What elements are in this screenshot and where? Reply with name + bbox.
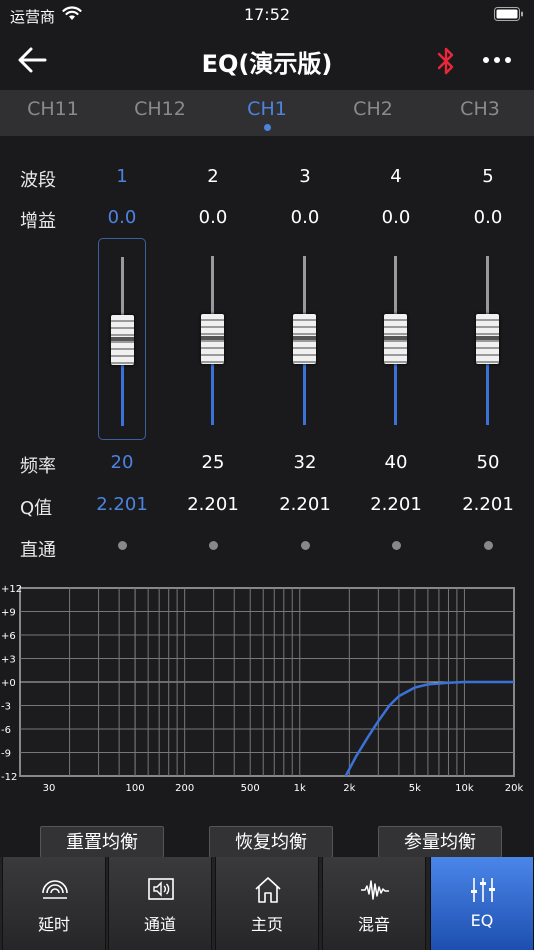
gain-slider[interactable] — [98, 238, 146, 440]
y-tick-label: +12 — [1, 584, 22, 595]
slider-track-fill — [211, 363, 214, 425]
eq-actions: 重置均衡 恢复均衡 参量均衡 — [0, 826, 534, 858]
gain-value[interactable]: 0.0 — [351, 207, 441, 228]
slider-track-fill — [394, 363, 397, 425]
tab-ch11[interactable]: CH11 — [3, 98, 103, 120]
bottom-tab-label: 混音 — [357, 915, 390, 934]
x-tick-label: 500 — [241, 783, 260, 794]
slider-track-fill — [486, 363, 489, 425]
band-number[interactable]: 1 — [77, 166, 167, 187]
gain-value[interactable]: 0.0 — [77, 207, 167, 228]
gain-value[interactable]: 0.0 — [168, 207, 258, 228]
battery-icon — [494, 7, 523, 21]
y-tick-label: -3 — [1, 702, 11, 713]
freq-value[interactable]: 20 — [77, 452, 167, 473]
band-number[interactable]: 5 — [443, 166, 533, 187]
bottom-tab-label: EQ — [470, 911, 494, 930]
x-tick-label: 200 — [175, 783, 194, 794]
bluetooth-icon[interactable] — [433, 45, 459, 77]
status-bar: 运营商 17:52 — [0, 0, 534, 30]
bypass-row-label: 直通 — [20, 540, 56, 561]
y-tick-label: -9 — [1, 749, 11, 760]
y-tick-label: +3 — [1, 655, 16, 666]
band-number[interactable]: 3 — [260, 166, 350, 187]
y-tick-label: -12 — [1, 772, 17, 783]
restore-eq-button[interactable]: 恢复均衡 — [209, 826, 333, 858]
bypass-toggle[interactable] — [118, 541, 127, 550]
more-icon[interactable] — [482, 54, 512, 66]
gain-value[interactable]: 0.0 — [443, 207, 533, 228]
x-tick-label: 1k — [294, 783, 306, 794]
bottom-tab-eq[interactable]: EQ — [430, 857, 534, 950]
bypass-toggle[interactable] — [484, 541, 493, 550]
eq-response-chart[interactable]: +12 +9 +6 +3 +0 -3 -6 -9 -12 30 100 200 500 1k 2k 5k 10k… — [0, 578, 534, 800]
bottom-tab-delay[interactable]: 延时 — [2, 857, 106, 950]
y-tick-label: -6 — [1, 725, 11, 736]
gain-slider[interactable] — [281, 238, 329, 440]
gain-slider[interactable] — [189, 238, 237, 440]
slider-knob[interactable] — [384, 314, 407, 364]
band-row-label: 波段 — [20, 170, 56, 191]
tab-ch2[interactable]: CH2 — [323, 98, 423, 120]
q-row-label: Q值 — [20, 498, 53, 519]
x-tick-label: 5k — [409, 783, 421, 794]
bottom-tab-channel[interactable]: 通道 — [108, 857, 212, 950]
x-tick-label: 10k — [455, 783, 474, 794]
bottom-tab-label: 延时 — [37, 915, 70, 934]
q-value[interactable]: 2.201 — [351, 494, 441, 515]
slider-knob[interactable] — [476, 314, 499, 364]
band-number[interactable]: 2 — [168, 166, 258, 187]
tab-ch3[interactable]: CH3 — [430, 98, 530, 120]
y-tick-label: +0 — [1, 678, 16, 689]
status-time: 17:52 — [243, 5, 291, 24]
slider-knob[interactable] — [293, 314, 316, 364]
bottom-tab-label: 主页 — [250, 915, 283, 934]
y-tick-label: +9 — [1, 608, 16, 619]
band-number[interactable]: 4 — [351, 166, 441, 187]
x-tick-label: 30 — [43, 783, 56, 794]
bottom-tab-label: 通道 — [143, 915, 176, 934]
freq-value[interactable]: 32 — [260, 452, 350, 473]
navigation-bar: EQ(演示版) — [0, 30, 534, 90]
freq-value[interactable]: 40 — [351, 452, 441, 473]
slider-knob[interactable] — [111, 315, 134, 365]
bottom-tab-bar: 延时 通道 主页 混音 EQ — [0, 857, 534, 950]
x-tick-label: 20k — [505, 783, 524, 794]
reset-eq-button[interactable]: 重置均衡 — [40, 826, 164, 858]
slider-track-fill — [303, 363, 306, 425]
q-value[interactable]: 2.201 — [168, 494, 258, 515]
bottom-tab-mixer[interactable]: 混音 — [322, 857, 426, 950]
gain-slider[interactable] — [372, 238, 420, 440]
freq-value[interactable]: 50 — [443, 452, 533, 473]
home-icon — [255, 877, 281, 903]
bypass-toggle[interactable] — [392, 541, 401, 550]
bypass-toggle[interactable] — [301, 541, 310, 550]
x-tick-label: 100 — [126, 783, 145, 794]
q-value[interactable]: 2.201 — [443, 494, 533, 515]
x-tick-label: 2k — [343, 783, 355, 794]
freq-row-label: 频率 — [20, 456, 56, 477]
q-value[interactable]: 2.201 — [260, 494, 350, 515]
tab-ch12[interactable]: CH12 — [110, 98, 210, 120]
speaker-icon — [148, 878, 174, 900]
q-value[interactable]: 2.201 — [77, 494, 167, 515]
waveform-icon — [361, 880, 389, 900]
gain-value[interactable]: 0.0 — [260, 207, 350, 228]
slider-track-fill — [121, 364, 124, 426]
slider-knob[interactable] — [201, 314, 224, 364]
delay-icon — [42, 880, 68, 899]
parametric-eq-button[interactable]: 参量均衡 — [378, 826, 502, 858]
bottom-tab-home[interactable]: 主页 — [215, 857, 319, 950]
y-tick-label: +6 — [1, 631, 16, 642]
freq-value[interactable]: 25 — [168, 452, 258, 473]
bypass-toggle[interactable] — [209, 541, 218, 550]
active-tab-indicator — [264, 124, 271, 131]
gain-row-label: 增益 — [20, 211, 56, 232]
gain-slider[interactable] — [464, 238, 512, 440]
sliders-icon — [471, 878, 495, 902]
tab-ch1[interactable]: CH1 — [217, 98, 317, 120]
